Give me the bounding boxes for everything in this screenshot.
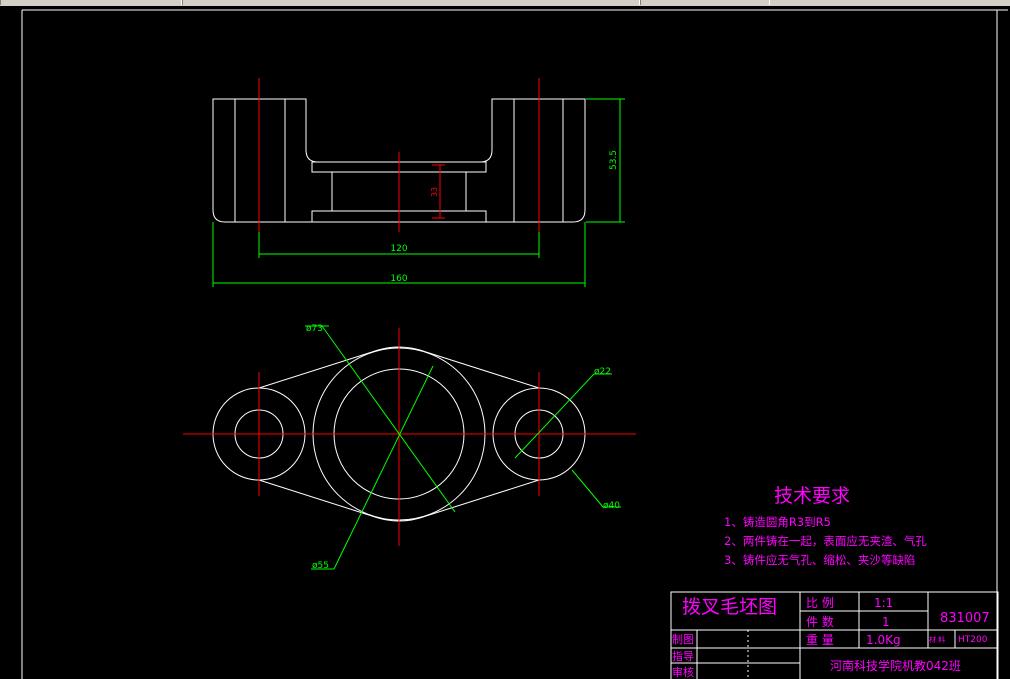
guide-label: 指导 bbox=[672, 649, 694, 663]
drawing-number: 831007 bbox=[940, 611, 990, 626]
dim-inner-width-text: 120 bbox=[390, 244, 407, 254]
weight-value: 1.0Kg bbox=[866, 633, 901, 647]
check-label: 审核 bbox=[672, 665, 694, 679]
tech-requirements-heading: 技术要求 bbox=[774, 485, 850, 507]
scale-value: 1:1 bbox=[874, 596, 893, 610]
qty-label: 件 数 bbox=[806, 614, 834, 629]
tech-requirement-item: 3、铸件应无气孔、缩松、夹沙等缺陷 bbox=[724, 553, 915, 567]
dim-dia22-text: ø22 bbox=[594, 367, 611, 377]
toolbar-segment bbox=[0, 0, 182, 5]
canvas-background bbox=[0, 6, 1010, 679]
weight-label: 重 量 bbox=[806, 633, 834, 647]
scale-label: 比 例 bbox=[806, 596, 834, 610]
school-name: 河南科技学院机教042班 bbox=[830, 658, 961, 673]
drawn-by-label: 制图 bbox=[672, 633, 694, 646]
toolbar-segment bbox=[182, 0, 640, 5]
part-name: 拨叉毛坯图 bbox=[682, 596, 777, 618]
cad-drawing-canvas[interactable]: 53.5 33 120 160 ø73 ø55 ø22 ø40 技术要求 1、铸… bbox=[0, 6, 1010, 679]
material-label: 材 料 bbox=[929, 635, 945, 644]
dim-overall-width-text: 160 bbox=[390, 274, 407, 284]
dim-height-text: 53.5 bbox=[609, 150, 619, 170]
dim-dia55-text: ø55 bbox=[312, 561, 329, 571]
dim-dia40-text: ø40 bbox=[603, 501, 620, 511]
dim-inner-height-text: 33 bbox=[430, 187, 439, 197]
material-value: HT200 bbox=[958, 635, 988, 645]
toolbar-segment bbox=[640, 0, 770, 5]
tech-requirement-item: 2、两件铸在一起，表面应无夹渣、气孔 bbox=[724, 534, 927, 548]
qty-value: 1 bbox=[882, 615, 890, 629]
tech-requirement-item: 1、铸造圆角R3到R5 bbox=[724, 515, 831, 529]
dim-dia73-text: ø73 bbox=[306, 324, 323, 334]
